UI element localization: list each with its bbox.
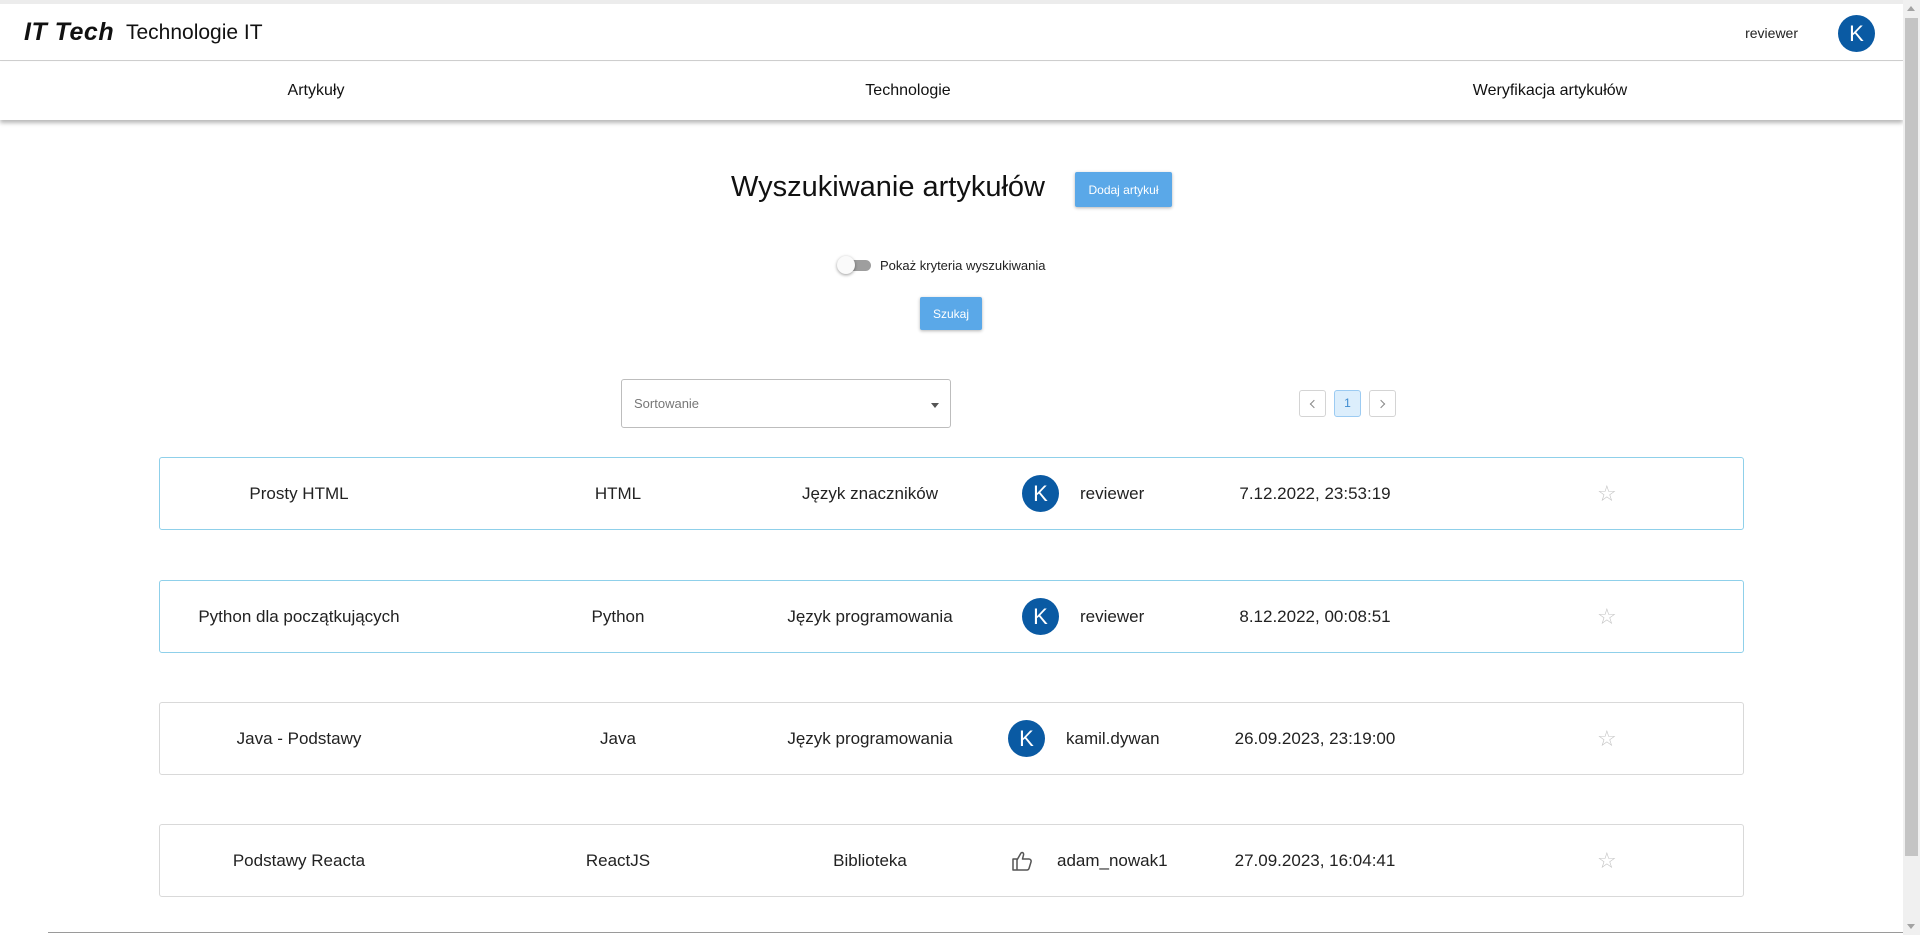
article-category: Język znaczników [801,484,939,503]
article-card[interactable]: Java - Podstawy Java Język programowania… [159,702,1744,775]
star-icon[interactable]: ☆ [1597,825,1617,896]
article-author: kamil.dywan [1066,729,1160,748]
article-card[interactable]: Prosty HTML HTML Język znaczników K revi… [159,457,1744,530]
current-user-name: reviewer [1745,25,1798,41]
article-title: Prosty HTML [249,484,349,503]
pagination-next-button[interactable] [1369,390,1396,417]
brand-logo[interactable]: IT Tech [24,18,114,47]
pagination-page-button[interactable]: 1 [1334,390,1361,417]
article-technology: ReactJS [585,851,651,870]
author-avatar: K [1008,720,1045,757]
author-avatar: K [1022,598,1059,635]
article-date: 7.12.2022, 23:53:19 [1239,484,1391,503]
caret-down-icon [931,403,939,408]
article-title: Java - Podstawy [236,729,362,748]
sort-select-placeholder: Sortowanie [634,396,700,411]
pagination-prev-button[interactable] [1299,390,1326,417]
nav-item-technologies[interactable]: Technologie [808,62,1008,120]
scrollbar-thumb[interactable] [1905,18,1918,856]
article-title: Python dla początkujących [198,607,400,626]
star-icon[interactable]: ☆ [1597,458,1617,529]
article-author: reviewer [1080,607,1145,626]
nav-item-articles[interactable]: Artykuły [216,62,416,120]
scroll-up-arrow-icon[interactable] [1907,6,1915,11]
toggle-knob [837,256,855,274]
search-button[interactable]: Szukaj [920,297,982,330]
search-criteria-toggle-label[interactable]: Pokaż kryteria wyszukiwania [880,258,1045,273]
star-icon[interactable]: ☆ [1597,581,1617,652]
article-category: Biblioteka [833,851,907,870]
main-nav: Artykuły Technologie Weryfikacja artykuł… [0,62,1903,120]
vertical-scrollbar[interactable] [1903,0,1920,935]
page-title: Wyszukiwanie artykułów [731,171,1046,203]
sort-select[interactable]: Sortowanie [621,379,951,428]
bottom-divider [48,932,1903,933]
article-card[interactable]: Python dla początkujących Python Język p… [159,580,1744,653]
scroll-down-arrow-icon[interactable] [1907,924,1915,929]
article-title: Podstawy Reacta [232,851,366,870]
article-category: Język programowania [787,729,953,748]
author-avatar: K [1022,475,1059,512]
article-date: 8.12.2022, 00:08:51 [1239,607,1391,626]
app-title: Technologie IT [126,21,263,44]
star-icon[interactable]: ☆ [1597,703,1617,774]
article-date: 27.09.2023, 16:04:41 [1234,851,1396,870]
thumbs-up-icon [1012,851,1032,871]
search-criteria-toggle[interactable] [837,256,871,274]
user-avatar[interactable]: K [1838,15,1875,52]
article-date: 26.09.2023, 23:19:00 [1234,729,1396,748]
article-technology: Java [600,729,636,748]
article-category: Język programowania [787,607,953,626]
chevron-right-icon [1376,399,1386,409]
nav-item-article-verification[interactable]: Weryfikacja artykułów [1430,62,1670,120]
add-article-button[interactable]: Dodaj artykuł [1075,172,1172,207]
article-author: adam_nowak1 [1057,851,1168,870]
article-technology: HTML [594,484,642,503]
article-card[interactable]: Podstawy Reacta ReactJS Biblioteka adam_… [159,824,1744,897]
article-author: reviewer [1080,484,1145,503]
chevron-left-icon [1309,399,1319,409]
article-technology: Python [591,607,645,626]
app-header: IT Tech Technologie IT reviewer K [0,4,1903,61]
